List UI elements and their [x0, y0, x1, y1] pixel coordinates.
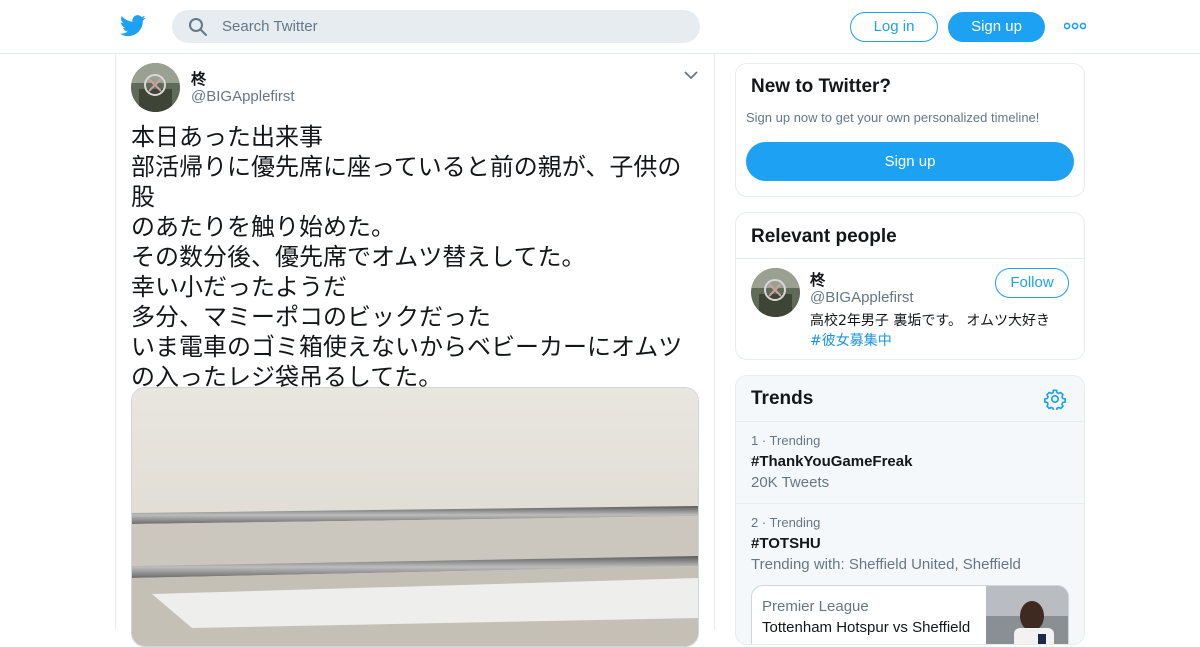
- top-navigation-bar: Log in Sign up: [0, 0, 1200, 54]
- chevron-down-icon[interactable]: [684, 70, 698, 80]
- divider: [736, 503, 1084, 504]
- search-input[interactable]: [222, 18, 662, 35]
- search-bar[interactable]: [172, 10, 700, 43]
- author-avatar[interactable]: [131, 63, 180, 112]
- login-button[interactable]: Log in: [850, 12, 938, 42]
- author-name[interactable]: 柊: [191, 68, 206, 89]
- tweet-media-photo[interactable]: [131, 387, 699, 647]
- divider: [736, 258, 1084, 259]
- card-title: Relevant people: [751, 226, 897, 247]
- trend-item-link[interactable]: #ThankYouGameFreak: [751, 453, 912, 470]
- news-source: Premier League: [762, 598, 869, 615]
- card-subtitle: Sign up now to get your own personalized…: [746, 110, 1040, 125]
- person-avatar[interactable]: [751, 268, 800, 317]
- twitter-bird-icon[interactable]: [120, 14, 146, 38]
- tweet-column: 柊 @BIGApplefirst 本日あった出来事 部活帰りに優先席に座っている…: [115, 54, 715, 647]
- person-name[interactable]: 柊: [810, 269, 825, 290]
- card-title: Trends: [751, 388, 814, 409]
- person-bio: 高校2年男子 裏垢です。 オムツ大好き #彼女募集中: [810, 311, 1080, 351]
- person-handle[interactable]: @BIGApplefirst: [810, 289, 914, 306]
- follow-button[interactable]: Follow: [995, 268, 1069, 298]
- divider: [736, 421, 1084, 422]
- signup-button[interactable]: Sign up: [948, 12, 1045, 42]
- news-thumbnail[interactable]: [986, 586, 1069, 645]
- new-to-twitter-card: New to Twitter? Sign up now to get your …: [735, 63, 1085, 197]
- card-title: New to Twitter?: [751, 76, 892, 97]
- trend-item-link[interactable]: #TOTSHU: [751, 535, 821, 552]
- trends-card: Trends 1 · Trending #ThankYouGameFreak 2…: [735, 375, 1085, 645]
- author-handle[interactable]: @BIGApplefirst: [191, 88, 295, 105]
- bio-hashtag-link[interactable]: #彼女募集中: [810, 333, 892, 349]
- tweet-text: 本日あった出来事 部活帰りに優先席に座っていると前の親が、子供の股 のあたりを触…: [131, 123, 683, 391]
- relevant-people-card: Relevant people 柊 @BIGApplefirst Follow …: [735, 212, 1085, 360]
- bio-text: 高校2年男子 裏垢です。 オムツ大好き: [810, 313, 1050, 329]
- trend-tweet-count: 20K Tweets: [751, 474, 830, 491]
- gear-icon[interactable]: [1044, 388, 1066, 410]
- more-options-icon[interactable]: [1064, 22, 1086, 30]
- trend-news-card[interactable]: Premier League Tottenham Hotspur vs Shef…: [751, 585, 1069, 645]
- trend-rank-label: 1 · Trending: [751, 433, 821, 448]
- news-headline[interactable]: Tottenham Hotspur vs Sheffield: [762, 619, 970, 636]
- trend-context: Trending with: Sheffield United, Sheffie…: [751, 556, 1021, 573]
- trend-rank-label: 2 · Trending: [751, 515, 821, 530]
- search-icon: [189, 17, 207, 36]
- sidebar-signup-button[interactable]: Sign up: [746, 142, 1074, 181]
